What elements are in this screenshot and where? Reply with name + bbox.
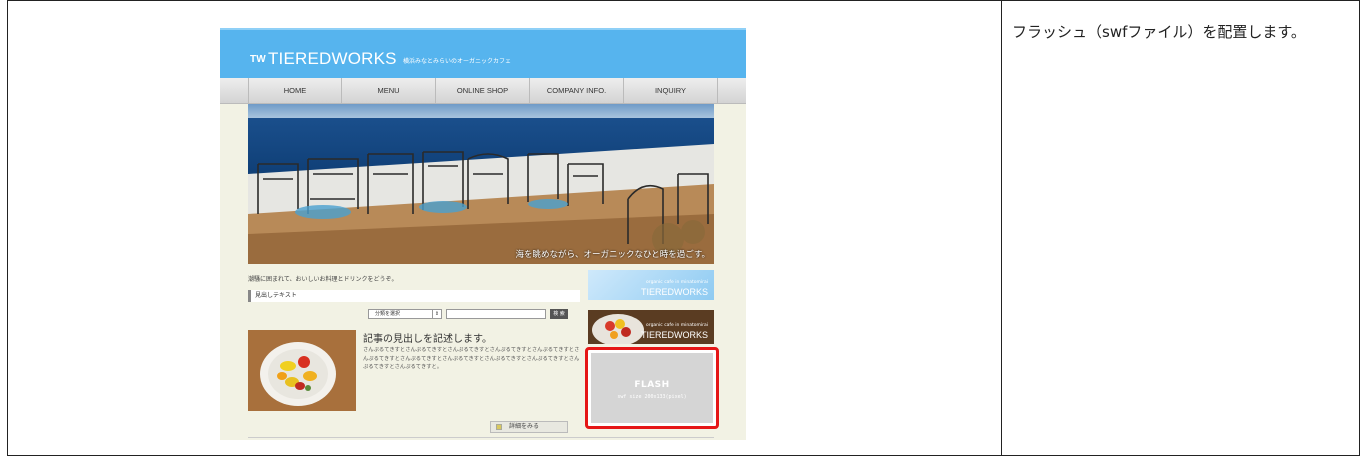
search-input[interactable] — [446, 309, 546, 319]
logo-text: TIEREDWORKS — [267, 49, 397, 68]
description-text: フラッシュ（swfファイル）を配置します。 — [1012, 23, 1306, 41]
site-header: TW TIEREDWORKS 横浜みなとみらいのオーガニックカフェ — [220, 28, 746, 78]
nav-company-info[interactable]: COMPANY INFO. — [530, 78, 624, 104]
banner-top[interactable]: organic cafe in minatomirai TIEREDWORKS — [588, 270, 714, 300]
article-body: さんぷるてきすとさんぷるてきすとさんぷるてきすとさんぷるてきすとさんぷるてきすと… — [363, 347, 580, 370]
nav-inquiry[interactable]: INQUIRY — [624, 78, 718, 104]
divider-line — [248, 437, 714, 438]
search-button[interactable]: 検 索 — [550, 309, 568, 319]
article-title: 記事の見出しを記述します。 — [363, 334, 492, 345]
logo-mark: TW — [250, 54, 266, 65]
hero-image: 海を眺めながら、オーガニックなひと時を過ごす。 — [248, 104, 714, 264]
hero-caption: 海を眺めながら、オーガニックなひと時を過ごす。 — [515, 250, 710, 260]
flash-placeholder[interactable]: FLASH swf size 200x133(pixel) — [585, 347, 719, 429]
website-screenshot: TW TIEREDWORKS 横浜みなとみらいのオーガニックカフェ HOME ME… — [220, 28, 746, 440]
search-row: 分類を選択 ⇕ 検 索 — [368, 309, 568, 319]
banner-top-main: TIEREDWORKS — [640, 287, 708, 297]
flash-title: FLASH — [634, 380, 670, 390]
more-details-label: 詳細をみる — [509, 423, 540, 430]
section-heading: 見出しテキスト — [248, 290, 580, 302]
category-select[interactable]: 分類を選択 ⇕ — [368, 309, 442, 319]
document-icon — [496, 424, 502, 430]
banner-top-sub: organic cafe in minatomirai — [646, 280, 708, 285]
flash-area: FLASH swf size 200x133(pixel) — [591, 353, 713, 423]
nav-home[interactable]: HOME — [248, 78, 342, 104]
site-tagline: 横浜みなとみらいのオーガニックカフェ — [403, 58, 512, 65]
more-details-button[interactable]: 詳細をみる — [490, 421, 568, 433]
column-divider — [1001, 0, 1002, 456]
flash-size-text: swf size 200x133(pixel) — [617, 394, 687, 400]
banner-middle-main: TIEREDWORKS — [640, 330, 708, 340]
site-nav: HOME MENU ONLINE SHOP COMPANY INFO. INQU… — [220, 78, 746, 104]
nav-online-shop[interactable]: ONLINE SHOP — [436, 78, 530, 104]
intro-text: 潮騒に囲まれて、おいしいお料理とドリンクをどうぞ。 — [248, 276, 398, 283]
banner-middle-sub: organic cafe in minatomirai — [646, 323, 708, 328]
banner-middle[interactable]: organic cafe in minatomirai TIEREDWORKS — [588, 310, 714, 344]
nav-menu[interactable]: MENU — [342, 78, 436, 104]
category-select-value: 分類を選択 — [375, 311, 401, 317]
site-logo[interactable]: TW TIEREDWORKS — [250, 49, 397, 69]
article-thumbnail[interactable] — [248, 330, 356, 411]
select-arrow-icon: ⇕ — [432, 310, 441, 318]
